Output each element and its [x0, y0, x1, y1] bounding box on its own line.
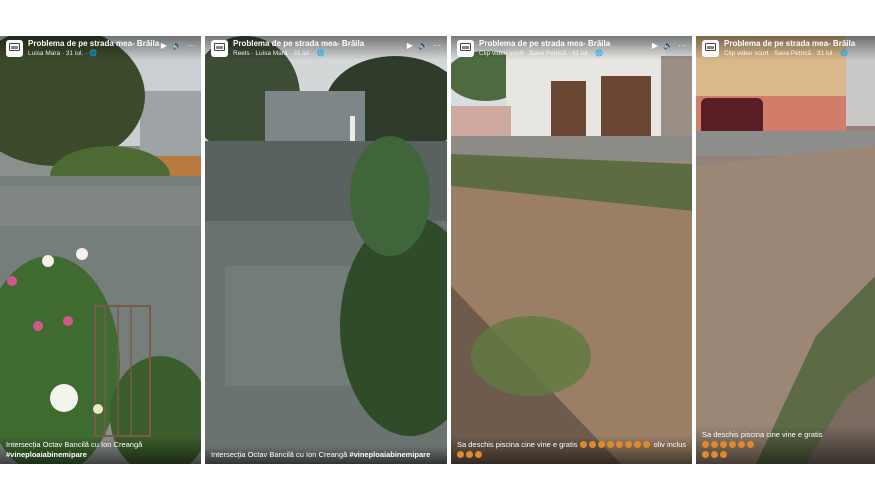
post-meta: Clip video scurt · Sava Petrică · 31 iul…: [479, 50, 604, 57]
page-name[interactable]: Problema de pe strada mea- Brăila: [724, 39, 869, 49]
video-panel-4[interactable]: Problema de pe strada mea- Brăila Clip v…: [696, 36, 875, 464]
post-caption: Sa deschis piscina cine vine e gratis ol…: [451, 436, 692, 464]
globe-icon: 🌐: [839, 50, 849, 57]
more-options-icon[interactable]: ···: [433, 41, 441, 50]
hashtag[interactable]: #vineploaiabinemipare: [349, 450, 430, 459]
emoji-icons: [702, 450, 729, 460]
flooded-street-scene: [205, 36, 447, 464]
post-header: Problema de pe strada mea- Brăila Reels …: [205, 36, 447, 60]
play-icon[interactable]: ▶: [652, 41, 658, 50]
play-icon[interactable]: ▶: [407, 41, 413, 50]
emoji-icons: [457, 450, 484, 460]
globe-icon: 🌐: [316, 50, 325, 57]
page-avatar[interactable]: [457, 40, 474, 57]
video-panel-2[interactable]: Problema de pe strada mea- Brăila Reels …: [205, 36, 447, 464]
video-panel-1[interactable]: Problema de pe strada mea- Brăila Luisa …: [0, 36, 201, 464]
play-icon[interactable]: ▶: [161, 41, 167, 50]
page-name[interactable]: Problema de pe strada mea- Brăila: [28, 39, 161, 49]
post-meta: Luisa Mara · 31 iul. · 🌐: [28, 50, 98, 57]
post-header: Problema de pe strada mea- Brăila Clip v…: [451, 36, 692, 60]
post-caption: Sa deschis piscina cine vine e gratis: [696, 426, 875, 464]
post-header: Problema de pe strada mea- Brăila Luisa …: [0, 36, 201, 60]
flooded-roadside-scene: [696, 36, 875, 464]
emoji-icons: [579, 440, 652, 450]
post-meta: Clip video scurt · Sava Petrică · 31 iul…: [724, 50, 849, 57]
hashtag[interactable]: #vineploaiabinemipare: [6, 450, 87, 459]
globe-icon: 🌐: [594, 50, 604, 57]
muddy-ditch-scene: [451, 36, 692, 464]
page-name[interactable]: Problema de pe strada mea- Brăila: [233, 39, 407, 49]
volume-icon[interactable]: 🔈: [663, 41, 673, 50]
flooded-garden-scene: [0, 36, 201, 464]
page-name[interactable]: Problema de pe strada mea- Brăila: [479, 39, 652, 49]
video-panel-3[interactable]: Problema de pe strada mea- Brăila Clip v…: [451, 36, 692, 464]
page-avatar[interactable]: [702, 40, 719, 57]
more-options-icon[interactable]: ···: [678, 41, 686, 50]
post-header: Problema de pe strada mea- Brăila Clip v…: [696, 36, 875, 60]
page-avatar[interactable]: [6, 40, 23, 57]
globe-icon: 🌐: [89, 50, 98, 57]
video-collage: Problema de pe strada mea- Brăila Luisa …: [0, 36, 875, 464]
post-caption: Intersecția Octav Bancilă cu Ion Creangă…: [0, 436, 201, 464]
volume-icon[interactable]: 🔈: [172, 41, 182, 50]
post-meta: Reels · Luisa Mara · 31 iul. · 🌐: [233, 50, 325, 57]
more-options-icon[interactable]: ···: [187, 41, 195, 50]
emoji-icons: [702, 440, 756, 450]
volume-icon[interactable]: 🔈: [418, 41, 428, 50]
page-avatar[interactable]: [211, 40, 228, 57]
post-caption: Intersecția Octav Bancilă cu Ion Creangă…: [205, 446, 447, 464]
